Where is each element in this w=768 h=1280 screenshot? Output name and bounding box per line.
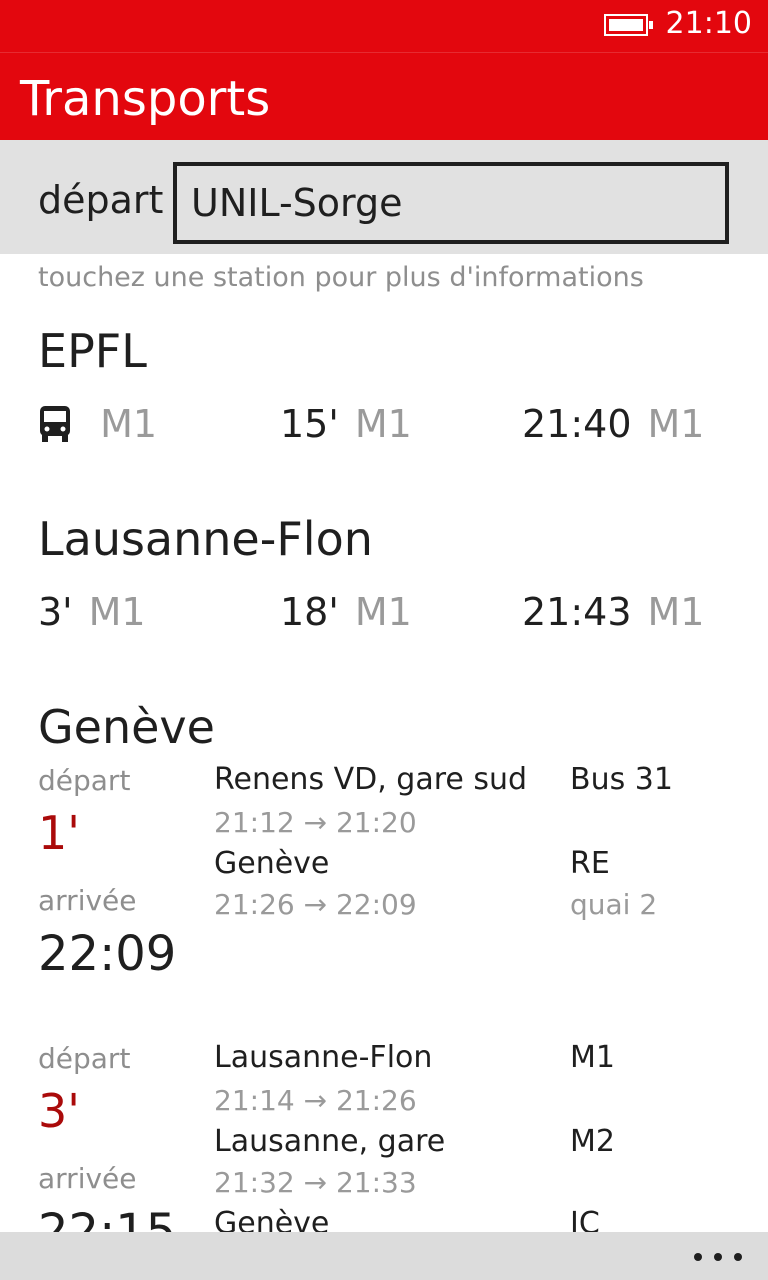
departure-time: 3' bbox=[38, 590, 73, 634]
status-bar: 21:10 bbox=[0, 0, 768, 52]
departure-line: M1 bbox=[354, 402, 412, 446]
leg-times: 21:12 → 21:20 bbox=[214, 806, 417, 839]
departure-line: M1 bbox=[647, 590, 705, 634]
app-bar bbox=[0, 1232, 768, 1280]
leg-line: M2 bbox=[570, 1124, 615, 1159]
arrival-time: 22:09 bbox=[38, 926, 177, 982]
departure-item: 15' M1 bbox=[280, 400, 412, 448]
more-icon[interactable] bbox=[688, 1240, 748, 1272]
depart-countdown: 3' bbox=[38, 1084, 80, 1138]
app-header: Transports bbox=[0, 52, 768, 140]
leg-destination: Lausanne, gare bbox=[214, 1124, 446, 1159]
leg-destination: Renens VD, gare sud bbox=[214, 762, 528, 797]
leg-times: 21:26 → 22:09 bbox=[214, 888, 417, 921]
leg-destination: Genève bbox=[214, 1206, 330, 1232]
departure-time: 21:43 bbox=[522, 590, 632, 634]
departure-item: 21:40 M1 bbox=[522, 400, 704, 448]
departure-item: 18' M1 bbox=[280, 588, 412, 636]
station-item-lausanne-flon[interactable]: Lausanne-Flon 3' M1 18' M1 21:43 M1 bbox=[0, 510, 768, 660]
leg-times: 21:14 → 21:26 bbox=[214, 1084, 417, 1117]
stations-list[interactable]: EPFL M1 15' M1 21:40 M1 Lausanne-Flon 3'… bbox=[0, 310, 768, 1232]
departure-station-input[interactable] bbox=[173, 162, 729, 244]
trip-item[interactable]: départ 3' arrivée 22:15 Lausanne-Flon 21… bbox=[0, 1040, 768, 1232]
departure-line: M1 bbox=[88, 590, 146, 634]
hint-text: touchez une station pour plus d'informat… bbox=[38, 262, 644, 293]
departure-line: M1 bbox=[647, 402, 705, 446]
departure-line: M1 bbox=[354, 590, 412, 634]
leg-destination: Genève bbox=[214, 846, 330, 881]
departure-time: 21:40 bbox=[522, 402, 632, 446]
station-name: EPFL bbox=[38, 324, 147, 378]
leg-line: IC bbox=[570, 1206, 600, 1232]
departure-item: 3' M1 bbox=[38, 588, 146, 636]
depart-label: départ bbox=[38, 1042, 131, 1075]
leg-line: Bus 31 bbox=[570, 762, 673, 797]
bus-icon bbox=[38, 405, 72, 454]
departure-item: M1 bbox=[38, 400, 157, 454]
station-item-geneve[interactable]: Genève départ 1' arrivée 22:09 Renens VD… bbox=[0, 698, 768, 1232]
leg-platform: quai 2 bbox=[570, 888, 658, 921]
page-title: Transports bbox=[20, 71, 271, 127]
status-time: 21:10 bbox=[665, 6, 752, 41]
departure-time: 18' bbox=[280, 590, 339, 634]
depart-label: départ bbox=[38, 764, 131, 797]
departure-line: M1 bbox=[100, 402, 158, 446]
station-name: Lausanne-Flon bbox=[38, 512, 373, 566]
arrival-time: 22:15 bbox=[38, 1204, 177, 1232]
departure-time: 15' bbox=[280, 402, 339, 446]
departure-label: départ bbox=[38, 178, 164, 222]
leg-times: 21:32 → 21:33 bbox=[214, 1166, 417, 1199]
arrival-label: arrivée bbox=[38, 884, 137, 917]
station-name: Genève bbox=[38, 700, 215, 754]
arrival-label: arrivée bbox=[38, 1162, 137, 1195]
trip-item[interactable]: départ 1' arrivée 22:09 Renens VD, gare … bbox=[0, 762, 768, 1032]
leg-destination: Lausanne-Flon bbox=[214, 1040, 433, 1075]
battery-icon bbox=[604, 14, 653, 36]
leg-line: M1 bbox=[570, 1040, 615, 1075]
departure-search-bar: départ bbox=[0, 140, 768, 254]
leg-line: RE bbox=[570, 846, 610, 881]
departure-item: 21:43 M1 bbox=[522, 588, 704, 636]
station-item-epfl[interactable]: EPFL M1 15' M1 21:40 M1 bbox=[0, 322, 768, 472]
depart-countdown: 1' bbox=[38, 806, 80, 860]
